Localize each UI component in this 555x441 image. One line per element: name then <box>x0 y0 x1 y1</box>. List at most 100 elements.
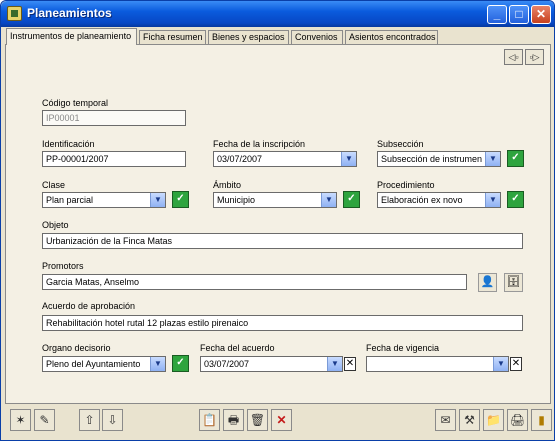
green-check-icon: ✓ <box>347 193 356 204</box>
close-button[interactable]: ✕ <box>531 5 551 24</box>
fecha-acuerdo-clear-button[interactable]: ✕ <box>344 357 356 371</box>
procedimiento-select[interactable]: Elaboración ex novo ▼ <box>377 192 501 208</box>
codigo-temporal-label: Código temporal <box>42 98 109 108</box>
print-button[interactable]: 🖨 <box>507 409 528 431</box>
move-up-button[interactable]: ⇧ <box>79 409 100 431</box>
identificacion-label: Identificación <box>42 139 95 149</box>
promotor-person-button[interactable]: 👤 <box>478 273 497 292</box>
move-down-button[interactable]: ⇩ <box>102 409 123 431</box>
procedimiento-value: Elaboración ex novo <box>381 195 463 205</box>
minimize-button[interactable]: _ <box>487 5 507 24</box>
fecha-inscripcion-picker[interactable]: 03/07/2007 ▼ <box>213 151 357 167</box>
person-icon: 👤 <box>480 276 495 288</box>
subseccion-lookup-button[interactable]: ✓ <box>507 150 524 167</box>
subseccion-label: Subsección <box>377 139 424 149</box>
organo-select[interactable]: Pleno del Ayuntamiento ▼ <box>42 356 166 372</box>
trash-icon: 🗑 <box>249 413 266 427</box>
bottom-toolbar: ✶ ✎ ⇧ ⇩ 📋 🖶 🗑 ✕ ✉ ⚒ 📁 🖨 ▮ <box>1 405 554 440</box>
subseccion-value: Subsección de instrumen <box>381 154 483 164</box>
tab-ficha-resumen[interactable]: Ficha resumen <box>139 30 206 44</box>
procedimiento-lookup-button[interactable]: ✓ <box>507 191 524 208</box>
chevron-down-icon: ▼ <box>327 357 342 371</box>
print-preview-button[interactable]: 🖶 <box>223 409 244 431</box>
app-icon <box>7 6 22 21</box>
ambito-label: Ámbito <box>213 180 242 190</box>
clase-value: Plan parcial <box>46 195 94 205</box>
tab-asientos-encontrados[interactable]: Asientos encontrados <box>345 30 438 44</box>
delete-icon: ✕ <box>276 413 287 427</box>
window-title: Planeamientos <box>27 6 112 20</box>
fecha-acuerdo-picker[interactable]: 03/07/2007 ▼ <box>200 356 343 372</box>
promotor-archive-button[interactable]: 🗄 <box>504 273 523 292</box>
chevron-down-icon: ▼ <box>150 193 165 207</box>
codigo-temporal-field: IP00001 <box>42 110 186 126</box>
tools-button[interactable]: ⚒ <box>459 409 480 431</box>
acuerdo-field[interactable]: Rehabilitación hotel rutal 12 plazas est… <box>42 315 523 331</box>
fecha-acuerdo-label: Fecha del acuerdo <box>200 343 275 353</box>
tab-instrumentos[interactable]: Instrumentos de planeamiento <box>6 28 137 45</box>
chevron-down-icon: ▼ <box>493 357 508 371</box>
organo-label: Organo decisorio <box>42 343 111 353</box>
exit-door-icon: ▮ <box>538 413 545 427</box>
next-arrow-icon: ▫▷ <box>529 52 540 62</box>
planeamientos-window: Planeamientos _ □ ✕ Instrumentos de plan… <box>0 0 555 441</box>
mail-icon: ✉ <box>440 413 451 427</box>
fecha-acuerdo-value: 03/07/2007 <box>204 359 250 369</box>
copy-icon: 📋 <box>202 413 217 427</box>
chevron-down-icon: ▼ <box>485 152 500 166</box>
procedimiento-label: Procedimiento <box>377 180 435 190</box>
new-record-button[interactable]: ✶ <box>10 409 31 431</box>
folder-icon: 📁 <box>486 413 501 427</box>
chevron-down-icon: ▼ <box>321 193 336 207</box>
subseccion-select[interactable]: Subsección de instrumen ▼ <box>377 151 501 167</box>
trash-button[interactable]: 🗑 <box>247 409 268 431</box>
tab-convenios[interactable]: Convenios <box>291 30 343 44</box>
identificacion-field[interactable]: PP-00001/2007 <box>42 151 186 167</box>
promotors-field[interactable]: Garcia Matas, Anselmo <box>42 274 467 290</box>
promotors-label: Promotors <box>42 261 84 271</box>
exit-button[interactable]: ▮ <box>531 409 552 431</box>
objeto-label: Objeto <box>42 220 69 230</box>
clase-select[interactable]: Plan parcial ▼ <box>42 192 166 208</box>
maximize-button[interactable]: □ <box>509 5 529 24</box>
edit-record-button[interactable]: ✎ <box>34 409 55 431</box>
green-check-icon: ✓ <box>176 357 185 368</box>
prev-arrow-icon: ◁▫ <box>508 52 519 62</box>
tools-icon: ⚒ <box>464 413 475 427</box>
arrow-up-icon: ⇧ <box>84 413 95 427</box>
clase-lookup-button[interactable]: ✓ <box>172 191 189 208</box>
clear-icon: ✕ <box>345 358 355 369</box>
green-check-icon: ✓ <box>511 193 520 204</box>
objeto-field[interactable]: Urbanización de la Finca Matas <box>42 233 523 249</box>
tab-bienes-espacios[interactable]: Bienes y espacios <box>208 30 289 44</box>
ambito-lookup-button[interactable]: ✓ <box>343 191 360 208</box>
fecha-inscripcion-label: Fecha de la inscripción <box>213 139 306 149</box>
ambito-select[interactable]: Municipio ▼ <box>213 192 337 208</box>
arrow-down-icon: ⇩ <box>107 413 118 427</box>
green-check-icon: ✓ <box>511 152 520 163</box>
organo-value: Pleno del Ayuntamiento <box>46 359 141 369</box>
green-check-icon: ✓ <box>176 193 185 204</box>
copy-button[interactable]: 📋 <box>199 409 220 431</box>
printer-icon: 🖨 <box>509 413 526 427</box>
clear-icon: ✕ <box>511 358 521 369</box>
folder-button[interactable]: 📁 <box>483 409 504 431</box>
chevron-down-icon: ▼ <box>150 357 165 371</box>
fecha-vigencia-clear-button[interactable]: ✕ <box>510 357 522 371</box>
organo-lookup-button[interactable]: ✓ <box>172 355 189 372</box>
clase-label: Clase <box>42 180 66 190</box>
next-record-button[interactable]: ▫▷ <box>525 49 544 65</box>
mail-button[interactable]: ✉ <box>435 409 456 431</box>
delete-button[interactable]: ✕ <box>271 409 292 431</box>
fecha-vigencia-picker[interactable]: ▼ <box>366 356 509 372</box>
fecha-inscripcion-value: 03/07/2007 <box>217 154 263 164</box>
title-bar: Planeamientos _ □ ✕ <box>1 1 554 27</box>
chevron-down-icon: ▼ <box>341 152 356 166</box>
edit-icon: ✎ <box>39 413 50 427</box>
prev-record-button[interactable]: ◁▫ <box>504 49 523 65</box>
print-preview-icon: 🖶 <box>227 413 240 427</box>
chevron-down-icon: ▼ <box>485 193 500 207</box>
new-icon: ✶ <box>15 413 26 427</box>
acuerdo-label: Acuerdo de aprobación <box>42 301 136 311</box>
ambito-value: Municipio <box>217 195 256 205</box>
